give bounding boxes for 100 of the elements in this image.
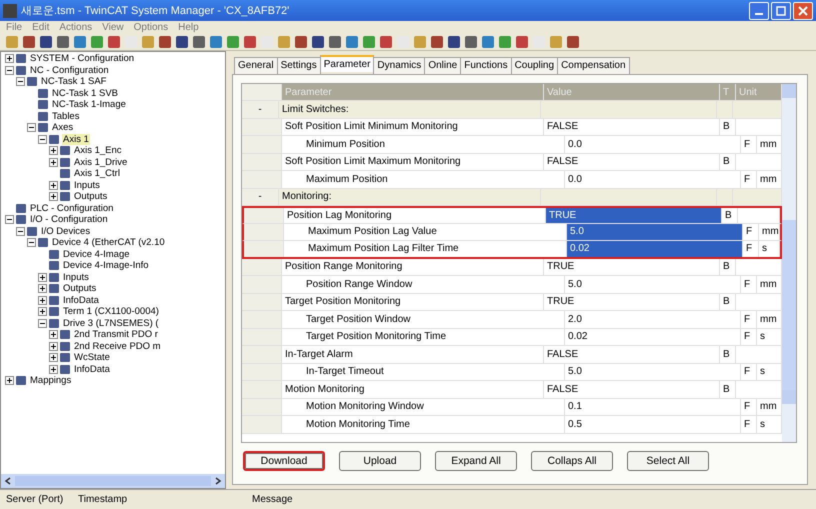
menu-item[interactable]: Actions xyxy=(59,22,92,33)
value-cell[interactable]: 0.1 xyxy=(565,398,741,415)
toolbar-icon[interactable] xyxy=(516,36,528,48)
tree-item[interactable]: Device 4 (EtherCAT (v2.10 xyxy=(51,237,166,248)
tree-item[interactable]: Outputs xyxy=(62,283,98,294)
toolbar-icon[interactable] xyxy=(176,36,188,48)
toolbar-icon[interactable] xyxy=(567,36,579,48)
toolbar-icon[interactable] xyxy=(278,36,290,48)
expander-icon[interactable] xyxy=(5,376,14,386)
expander-icon[interactable] xyxy=(5,215,14,224)
collapse-marker[interactable]: - xyxy=(242,188,279,205)
tree-item[interactable]: SYSTEM - Configuration xyxy=(29,53,136,64)
toolbar-icon[interactable] xyxy=(499,36,511,48)
tree-item[interactable]: NC-Task 1 SVB xyxy=(51,88,119,99)
action-button[interactable]: Upload xyxy=(339,451,421,471)
tree-item[interactable]: InfoData xyxy=(73,364,111,375)
expander-icon[interactable] xyxy=(49,180,58,190)
toolbar-icon[interactable] xyxy=(482,36,494,48)
expander-icon[interactable] xyxy=(49,364,58,374)
action-button[interactable]: Expand All xyxy=(435,451,517,471)
expander-icon[interactable] xyxy=(49,330,58,340)
expander-icon[interactable] xyxy=(49,158,58,167)
toolbar-icon[interactable] xyxy=(346,36,358,48)
toolbar-icon[interactable] xyxy=(40,36,52,48)
value-cell[interactable]: 0.02 xyxy=(565,328,741,345)
expander-icon[interactable] xyxy=(38,284,47,294)
tree-item[interactable]: I/O Devices xyxy=(40,226,92,237)
maximize-button[interactable] xyxy=(771,2,791,20)
expander-icon[interactable] xyxy=(49,146,58,156)
toolbar-icon[interactable] xyxy=(6,36,18,48)
expander-icon[interactable] xyxy=(38,134,47,144)
tab[interactable]: Coupling xyxy=(510,57,558,74)
action-button[interactable]: Collaps All xyxy=(531,451,613,471)
value-cell[interactable]: FALSE xyxy=(544,154,720,170)
expander-icon[interactable] xyxy=(5,66,14,75)
toolbar-icon[interactable] xyxy=(363,36,375,48)
toolbar-icon[interactable] xyxy=(91,36,103,48)
tree-item[interactable]: Device 4-Image-Info xyxy=(62,260,150,272)
tree-item[interactable]: 2nd Receive PDO m xyxy=(73,340,162,352)
toolbar-icon[interactable] xyxy=(380,36,392,48)
toolbar-icon[interactable] xyxy=(210,36,222,48)
tree-item[interactable]: Axis 1_Ctrl xyxy=(73,168,121,180)
toolbar-icon[interactable] xyxy=(329,36,341,48)
expander-icon[interactable] xyxy=(27,123,36,132)
value-cell[interactable]: 2.0 xyxy=(565,311,741,328)
vertical-scrollbar[interactable] xyxy=(782,84,796,442)
value-cell[interactable]: TRUE xyxy=(546,208,722,222)
expander-icon[interactable] xyxy=(49,342,58,351)
tab[interactable]: Settings xyxy=(276,57,321,74)
tree-item[interactable]: PLC - Configuration xyxy=(29,202,114,214)
menu-item[interactable]: File xyxy=(6,22,22,33)
tree-item[interactable]: Axis 1 xyxy=(62,134,90,145)
value-cell[interactable]: FALSE xyxy=(544,118,720,135)
tab[interactable]: Online xyxy=(424,57,462,74)
tree-item[interactable]: Device 4-Image xyxy=(62,248,131,260)
tab[interactable]: Parameter xyxy=(320,55,374,72)
toolbar-icon[interactable] xyxy=(465,36,477,48)
value-cell[interactable]: TRUE xyxy=(544,294,720,310)
tree-item[interactable]: NC-Task 1-Image xyxy=(51,99,127,110)
tab[interactable]: Dynamics xyxy=(373,57,426,74)
toolbar-icon[interactable] xyxy=(448,36,460,48)
tree-item[interactable]: WcState xyxy=(73,352,111,364)
action-button[interactable]: Select All xyxy=(627,451,709,471)
toolbar-icon[interactable] xyxy=(57,36,69,48)
scroll-left-icon[interactable] xyxy=(4,477,12,485)
collapse-marker[interactable]: - xyxy=(242,101,279,118)
value-cell[interactable]: 0.5 xyxy=(565,416,741,432)
tree-item[interactable]: Axis 1_Drive xyxy=(73,156,128,168)
value-cell[interactable]: FALSE xyxy=(544,346,720,362)
tree-item[interactable]: 2nd Transmit PDO r xyxy=(73,329,159,340)
toolbar-icon[interactable] xyxy=(193,36,205,48)
value-cell[interactable]: 5.0 xyxy=(565,364,741,380)
expander-icon[interactable] xyxy=(49,192,58,202)
scroll-right-icon[interactable] xyxy=(214,477,222,485)
tree-item[interactable]: NC-Task 1 SAF xyxy=(40,76,108,88)
toolbar-icon[interactable] xyxy=(142,36,154,48)
tree-item[interactable]: Inputs xyxy=(62,272,90,283)
tree-item[interactable]: I/O - Configuration xyxy=(29,214,109,226)
tab[interactable]: Compensation xyxy=(557,57,630,74)
toolbar-icon[interactable] xyxy=(295,36,307,48)
minimize-button[interactable] xyxy=(749,2,769,20)
expander-icon[interactable] xyxy=(38,307,47,316)
expander-icon[interactable] xyxy=(38,296,47,305)
tree-item[interactable]: Tables xyxy=(51,110,80,122)
value-cell[interactable]: TRUE xyxy=(544,258,720,275)
expander-icon[interactable] xyxy=(16,226,25,236)
toolbar-icon[interactable] xyxy=(74,36,86,48)
expander-icon[interactable] xyxy=(38,272,47,282)
menu-item[interactable]: View xyxy=(102,22,124,33)
expander-icon[interactable] xyxy=(49,353,58,362)
value-cell[interactable]: 0.02 xyxy=(567,241,743,256)
toolbar-icon[interactable] xyxy=(244,36,256,48)
tree-item[interactable]: Term 1 (CX1100-0004) xyxy=(62,306,160,318)
expander-icon[interactable] xyxy=(5,54,14,64)
menu-item[interactable]: Options xyxy=(134,22,168,33)
toolbar-icon[interactable] xyxy=(227,36,239,48)
toolbar-icon[interactable] xyxy=(159,36,171,48)
toolbar-icon[interactable] xyxy=(431,36,443,48)
tree-item[interactable]: InfoData xyxy=(62,294,100,306)
toolbar-icon[interactable] xyxy=(312,36,324,48)
